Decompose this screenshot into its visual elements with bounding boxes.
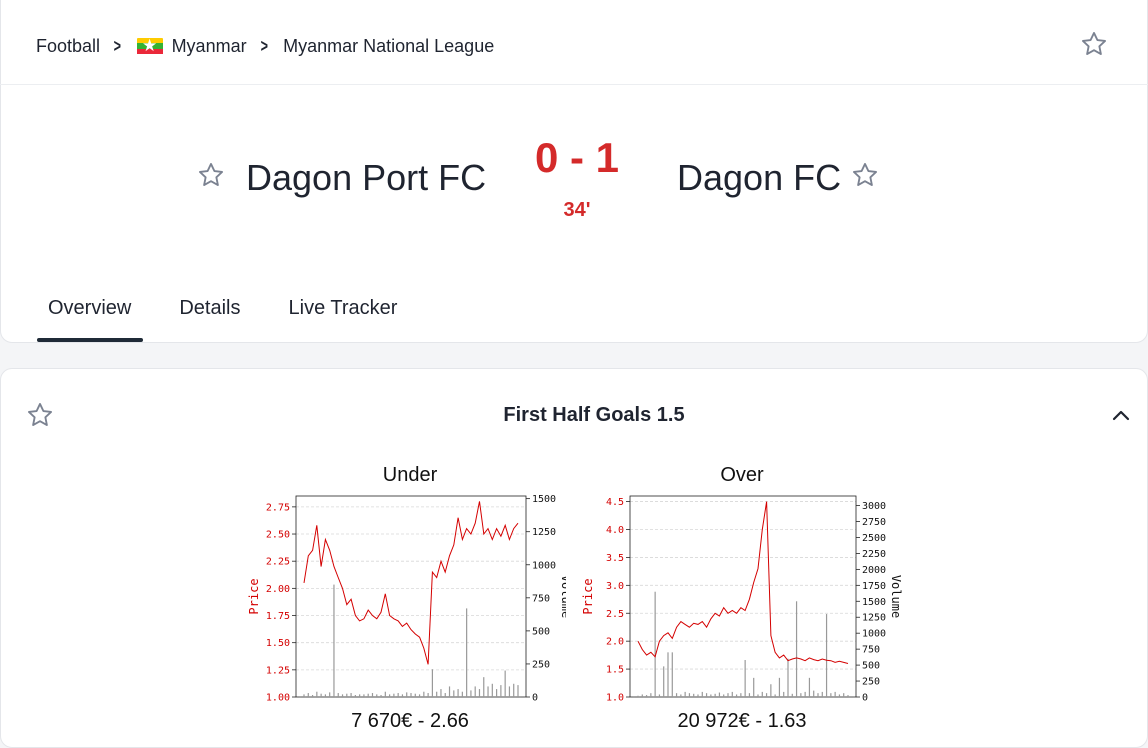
runner-over-summary: 20 972€ - 1.63 (677, 710, 807, 732)
price-tick-label: 1.25 (266, 665, 290, 676)
favorite-home-team-star-icon[interactable] (197, 161, 225, 189)
volume-tick-label: 1250 (862, 613, 886, 624)
under-price-volume-chart: 1.00 1.25 1.50 1.75 2.00 2.25 2.50 2.75 0 250 500 7… (247, 494, 566, 704)
volume-tick-label: 500 (532, 626, 550, 637)
home-team-name[interactable]: Dagon Port FC (246, 156, 486, 200)
tab-overview[interactable]: Overview (36, 292, 144, 342)
price-tick-label: 2.50 (266, 530, 290, 541)
volume-tick-label: 2500 (862, 533, 886, 544)
volume-tick-label: 0 (862, 693, 868, 704)
price-tick-label: 3.0 (606, 581, 624, 592)
volume-tick-label: 1000 (862, 629, 886, 640)
match-tabs: Overview Details Live Tracker (36, 292, 433, 342)
price-tick-label: 3.5 (606, 553, 624, 564)
volume-tick-label: 750 (862, 645, 880, 656)
favorite-market-star-icon[interactable] (26, 401, 54, 429)
plot-frame (295, 495, 527, 698)
myanmar-flag-icon: ★ (136, 37, 163, 55)
price-line (303, 501, 519, 665)
volume-tick-label: 750 (532, 593, 550, 604)
volume-tick-label: 2750 (862, 517, 886, 528)
over-price-volume-chart: 1.0 1.5 2.0 2.5 3.0 3.5 4.0 4.5 0 250 500 750 1000 12… (581, 495, 903, 704)
match-score: 0 - 1 (534, 134, 620, 181)
price-tick-label: 2.5 (606, 609, 624, 620)
volume-tick-label: 1000 (532, 560, 556, 571)
volume-tick-label: 2000 (862, 565, 886, 576)
market-title: First Half Goals 1.5 (503, 404, 685, 426)
price-tick-label: 2.00 (266, 584, 290, 595)
volume-tick-label: 2250 (862, 549, 886, 560)
runner-under-title: Under (382, 464, 438, 486)
away-team-name[interactable]: Dagon FC (677, 156, 841, 200)
price-tick-label: 1.5 (606, 665, 624, 676)
volume-tick-label: 1250 (532, 527, 556, 538)
runner-under-summary: 7 670€ - 2.66 (351, 710, 469, 732)
favorite-away-team-star-icon[interactable] (851, 161, 879, 189)
volume-tick-label: 500 (862, 661, 880, 672)
price-tick-label: 2.75 (266, 502, 290, 513)
breadcrumb-league[interactable]: Myanmar National League (283, 36, 494, 57)
price-tick-label: 1.0 (606, 693, 624, 704)
volume-tick-label: 1750 (862, 581, 886, 592)
header-divider (0, 84, 1148, 85)
price-tick-label: 2.25 (266, 557, 290, 568)
price-line (637, 501, 849, 664)
chevron-up-icon[interactable] (1110, 404, 1132, 426)
volume-tick-label: 3000 (862, 501, 886, 512)
volume-tick-label: 0 (532, 693, 538, 704)
price-tick-label: 1.75 (266, 611, 290, 622)
tab-live-tracker[interactable]: Live Tracker (277, 292, 410, 342)
volume-axis-label: Volume (889, 575, 903, 618)
price-tick-label: 4.5 (606, 497, 624, 508)
chevron-right-icon: > (113, 35, 121, 56)
breadcrumb-sport[interactable]: Football (36, 36, 100, 57)
price-tick-label: 1.50 (266, 638, 290, 649)
chevron-right-icon: > (260, 35, 268, 56)
price-tick-label: 1.00 (266, 693, 290, 704)
breadcrumb-country[interactable]: Myanmar (172, 36, 247, 57)
price-axis-label: Price (581, 578, 595, 614)
price-tick-label: 2.0 (606, 637, 624, 648)
volume-tick-label: 1500 (532, 494, 556, 505)
favorite-match-star-icon[interactable] (1080, 30, 1108, 58)
match-minute: 34' (563, 199, 591, 221)
volume-tick-label: 1500 (862, 597, 886, 608)
breadcrumb: Football > ★ Myanmar > Myanmar National … (36, 34, 494, 58)
volume-tick-label: 250 (532, 659, 550, 670)
volume-axis-label: Volume (559, 575, 566, 618)
runner-over-title: Over (720, 464, 764, 486)
tab-details[interactable]: Details (167, 292, 252, 342)
price-tick-label: 4.0 (606, 525, 624, 536)
volume-tick-label: 250 (862, 677, 880, 688)
price-axis-label: Price (247, 578, 261, 614)
